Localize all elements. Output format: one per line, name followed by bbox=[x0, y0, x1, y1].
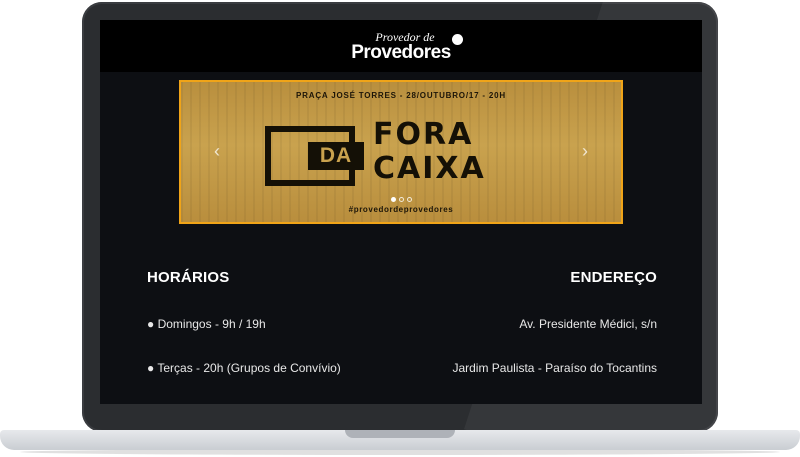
laptop-notch bbox=[345, 430, 455, 438]
endereco-heading: ENDEREÇO bbox=[570, 269, 657, 286]
banner-event-line: PRAÇA JOSÉ TORRES - 28/OUTUBRO/17 - 20H bbox=[296, 91, 506, 100]
chevron-left-icon: ‹ bbox=[214, 140, 220, 161]
carousel-dot[interactable] bbox=[398, 197, 404, 202]
site-logo[interactable]: Provedor de Provedores bbox=[351, 29, 463, 63]
banner-title-fora: FORA bbox=[373, 117, 474, 152]
horario-item: ● Terças - 20h (Grupos de Convívio) bbox=[147, 361, 341, 375]
banner-title-caixa: CAIXA bbox=[373, 151, 486, 186]
logo-top-text: Provedor de bbox=[375, 29, 435, 44]
chevron-right-icon: › bbox=[582, 140, 588, 161]
carousel-indicators bbox=[181, 197, 621, 202]
horarios-heading: HORÁRIOS bbox=[147, 269, 230, 286]
globe-icon bbox=[451, 33, 463, 45]
banner-hashtag: #provedordeprovedores bbox=[348, 205, 454, 214]
site-header: Provedor de Provedores bbox=[100, 20, 702, 72]
horario-item: ● Domingos - 9h / 19h bbox=[147, 317, 266, 331]
address-line: Jardim Paulista - Paraíso do Tocantins bbox=[452, 361, 657, 375]
carousel-dot[interactable] bbox=[390, 197, 396, 202]
banner-carousel[interactable]: PRAÇA JOSÉ TORRES - 28/OUTUBRO/17 - 20H … bbox=[179, 80, 623, 224]
carousel-dot[interactable] bbox=[406, 197, 412, 202]
carousel-next-button[interactable]: › bbox=[573, 136, 597, 166]
laptop-screen: Provedor de Provedores PRAÇA JOSÉ TORRES… bbox=[100, 20, 702, 404]
address-line: Av. Presidente Médici, s/n bbox=[519, 317, 657, 331]
logo-main-text: Provedores bbox=[351, 41, 451, 63]
carousel-prev-button[interactable]: ‹ bbox=[205, 136, 229, 166]
banner-title-da: DA bbox=[308, 142, 364, 170]
